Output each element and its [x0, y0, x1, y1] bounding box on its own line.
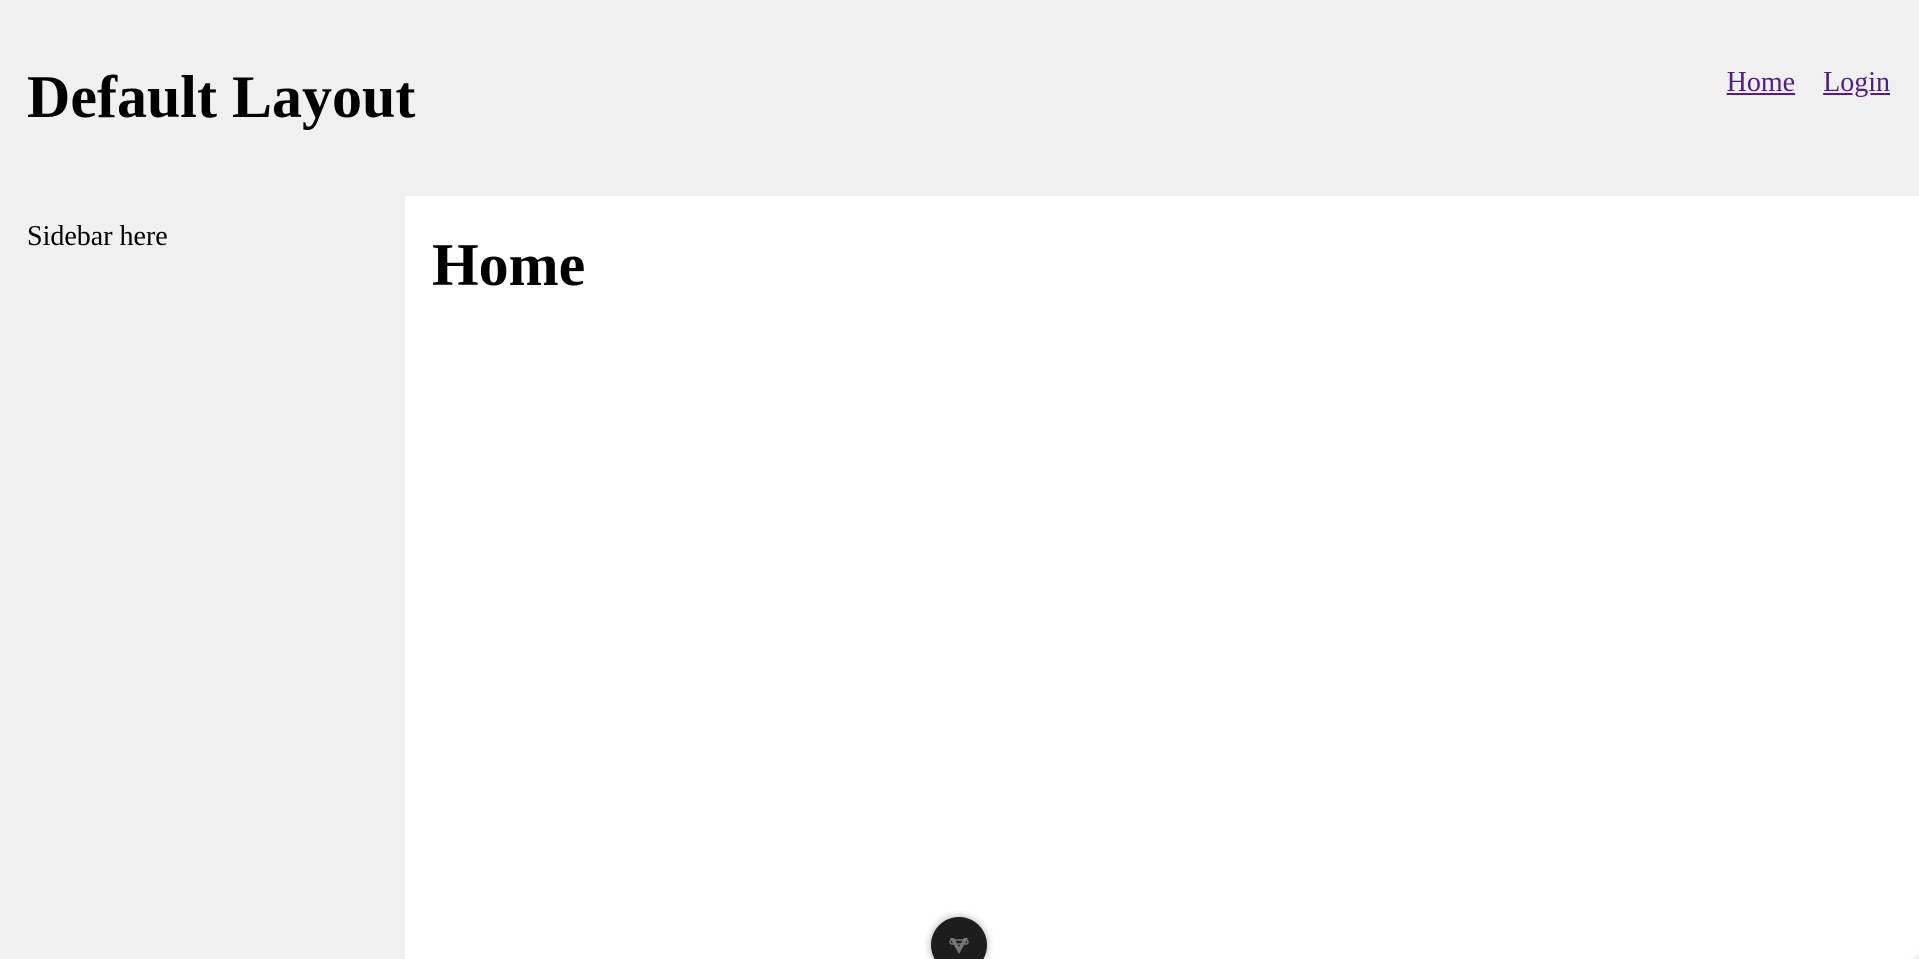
sidebar-text: Sidebar here	[27, 221, 168, 252]
site-title: Default Layout	[27, 64, 416, 130]
nav-link-home[interactable]: Home	[1727, 66, 1795, 100]
site-header: Default Layout Home Login	[0, 0, 1919, 196]
page-title: Home	[432, 232, 586, 298]
nav-link-login[interactable]: Login	[1823, 66, 1890, 100]
vite-logo-icon	[949, 938, 969, 954]
sidebar: Sidebar here	[0, 196, 405, 959]
app-page: Default Layout Home Login Sidebar here H…	[0, 0, 1919, 959]
main-content: Home	[405, 196, 1919, 959]
main-navigation: Home Login	[1727, 66, 1890, 100]
